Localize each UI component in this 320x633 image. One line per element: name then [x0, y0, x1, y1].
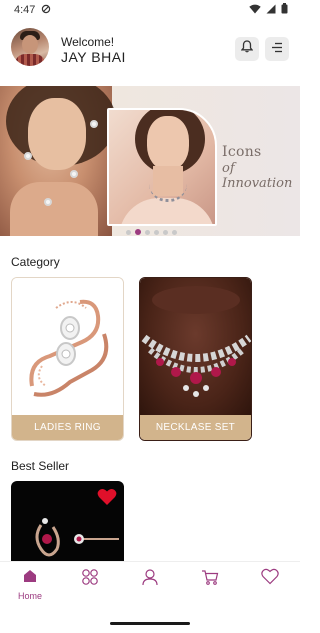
nav-cart[interactable] — [195, 568, 225, 604]
category-title: Category — [11, 255, 60, 269]
ring-image — [12, 278, 123, 418]
necklace-image — [140, 278, 251, 418]
bottom-navigation: Home — [0, 561, 300, 605]
carousel-dot[interactable] — [154, 229, 159, 235]
nav-profile[interactable] — [135, 568, 165, 604]
status-time: 4:47 — [14, 4, 36, 16]
status-bar: 4:47 — [0, 0, 300, 20]
carousel-dot[interactable] — [172, 229, 177, 235]
carousel-dot[interactable] — [126, 229, 131, 235]
username: JAY BHAI — [61, 49, 126, 65]
nav-home[interactable]: Home — [15, 568, 45, 604]
banner-frame-image — [107, 108, 217, 226]
category-card-necklace-set[interactable]: NECKLASE SET — [139, 277, 252, 441]
data-saver-icon — [41, 4, 51, 17]
nav-home-label: Home — [17, 591, 42, 601]
category-card-ladies-ring[interactable]: LADIES RING — [11, 277, 124, 441]
profile-icon — [141, 568, 159, 591]
heart-icon — [261, 568, 279, 590]
carousel-dot-active[interactable] — [135, 229, 141, 235]
welcome-text: Welcome! — [61, 35, 115, 49]
banner-tagline: Icons of Innovation — [222, 144, 300, 191]
menu-button[interactable] — [265, 37, 289, 61]
signal-icon — [266, 4, 276, 17]
category-label: NECKLASE SET — [140, 415, 251, 440]
best-seller-card[interactable] — [11, 481, 124, 565]
favorite-heart-icon[interactable] — [97, 488, 117, 511]
gesture-bar[interactable] — [110, 622, 190, 625]
app-header: Welcome! JAY BHAI — [0, 28, 300, 72]
avatar[interactable] — [11, 28, 49, 66]
banner-tagline-line2: of Innovation — [222, 161, 293, 191]
category-grid-icon — [81, 568, 99, 591]
menu-icon — [271, 40, 283, 58]
banner-model-image — [0, 86, 116, 236]
category-label: LADIES RING — [12, 415, 123, 440]
best-seller-title: Best Seller — [11, 459, 70, 473]
promo-banner[interactable]: Icons of Innovation — [0, 86, 300, 236]
banner-tagline-line1: Icons — [222, 144, 262, 160]
carousel-indicator — [126, 229, 177, 235]
home-icon — [22, 568, 38, 589]
bell-icon — [240, 40, 254, 58]
carousel-dot[interactable] — [145, 229, 150, 235]
nav-favorites[interactable] — [255, 568, 285, 604]
carousel-dot[interactable] — [163, 229, 168, 235]
battery-icon — [281, 3, 288, 17]
wifi-icon — [249, 4, 261, 17]
notification-button[interactable] — [235, 37, 259, 61]
cart-icon — [201, 568, 219, 591]
nav-categories[interactable] — [75, 568, 105, 604]
